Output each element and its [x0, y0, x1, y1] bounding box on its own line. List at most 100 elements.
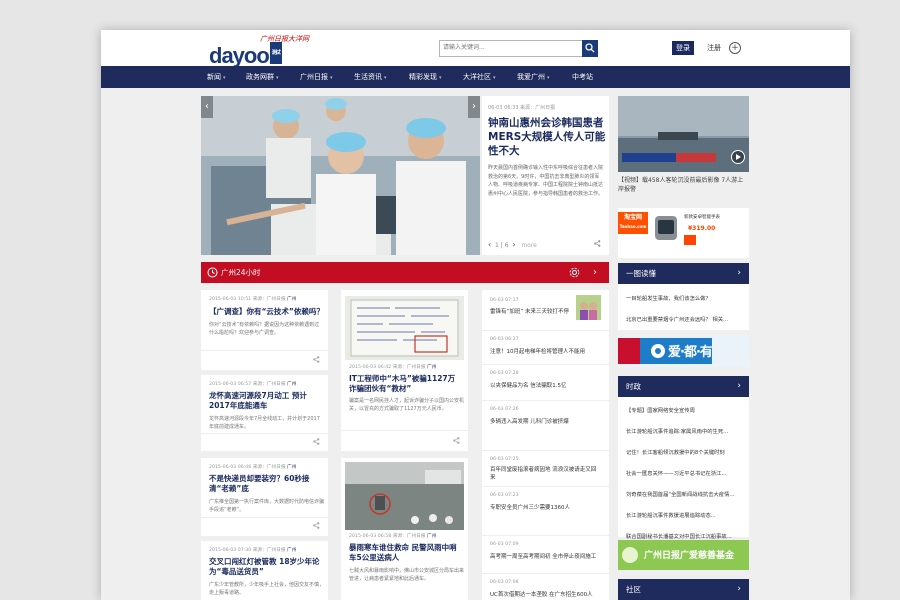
nav-item-news[interactable]: 新闻 ▾	[207, 66, 226, 88]
infographic-list: 一目轮船发生事故，我们该怎么做？ 北京已出重要禁烟令广州还会远吗？ 相关...	[618, 284, 749, 330]
charity-banner[interactable]: 广州日报广爱慈善基金	[618, 540, 749, 570]
list-item[interactable]: 一目轮船发生事故，我们该怎么做？	[626, 294, 711, 302]
card-title[interactable]: IT工程师中“木马”被骗1127万 诈骗团伙有“教材”	[349, 374, 464, 394]
list-item[interactable]: 刘奇葆在我国首届“全国新闻战线抗击大疫情...	[626, 490, 734, 498]
login-button[interactable]: 登录	[672, 41, 694, 55]
list-item[interactable]: 【专题】国家网络安全宣传周	[626, 406, 695, 414]
item-date: 06-03 07:26	[490, 407, 519, 412]
list-item[interactable]: 联合国副秘书长潘基文对中国长江沉船事故...	[626, 532, 732, 540]
feature-photo[interactable]	[201, 96, 480, 255]
search-input[interactable]	[440, 41, 573, 54]
watch-image	[655, 216, 677, 240]
caret-down-icon: ▾	[493, 75, 496, 81]
share-icon[interactable]	[453, 437, 460, 444]
love-banner[interactable]: 爱·都·有	[618, 335, 749, 367]
taobao-logo: 淘宝网 Taobao.com	[618, 212, 648, 234]
nav-item-community[interactable]: 大洋社区 ▾	[463, 66, 496, 88]
share-icon[interactable]	[313, 522, 320, 529]
item-date: 06-03 07:08	[490, 580, 519, 585]
share-icon[interactable]	[594, 240, 601, 247]
settings-icon[interactable]	[569, 267, 580, 278]
chevron-right-icon: ›	[737, 268, 741, 278]
register-link[interactable]: 注册	[707, 41, 721, 55]
pager-total: 6	[504, 242, 509, 249]
list-item[interactable]: 记住！长江客船倾沉救援中的8个关键时刻	[626, 448, 725, 456]
list-item[interactable]: 长江游轮船沉事件救援进展追踪动态...	[626, 511, 716, 519]
caret-down-icon: ▾	[384, 75, 387, 81]
card-title[interactable]: 龙怀高速河源段7月动工 预计2017年底能通车	[209, 391, 324, 411]
section-header-infographic[interactable]: 一图读懂 ›	[618, 263, 749, 284]
video-caption[interactable]: 【视频】载458人客轮沉没前最后影像 7人游上岸报警	[618, 176, 749, 194]
nav-item-discover[interactable]: 精彩发现 ▾	[409, 66, 442, 88]
card-title[interactable]: 【广调查】你有“云技术”依赖吗？	[209, 307, 324, 317]
card-divider	[341, 430, 468, 431]
gz24-more-arrow-icon[interactable]: ›	[593, 262, 597, 283]
chevron-right-icon: ›	[737, 584, 741, 594]
card-meta: 2015-06-03 06:58 来源：广州日报 广州	[349, 534, 437, 539]
whiteboard-photo	[345, 296, 464, 360]
item-text[interactable]: 雷锋有“加班” 未来三天较打不停	[490, 308, 572, 316]
play-icon[interactable]	[731, 150, 745, 164]
slide-pager: ‹ 1 | 6 › more	[488, 240, 537, 249]
share-icon[interactable]	[313, 356, 320, 363]
item-text[interactable]: 注意！10月起电梯年检将管理人不能用	[490, 347, 608, 355]
list-divider	[482, 450, 609, 451]
slide-next-button[interactable]: ›	[468, 96, 480, 118]
card-title[interactable]: 交叉口闯红灯被管教 18岁少年论为“毒品送货员”	[209, 557, 324, 577]
slide-prev-button[interactable]: ‹	[201, 96, 213, 118]
more-link[interactable]: more	[521, 242, 537, 249]
site-header: 广州日报大洋网 dayoo测试 登录 注册 +	[101, 30, 850, 67]
item-text[interactable]: 专职安全员广州三少需要1360人	[490, 503, 608, 511]
nav-item-love-gz[interactable]: 我爱广州 ▾	[517, 66, 550, 88]
item-date: 06-03 07:28	[490, 371, 519, 376]
feature-meta: 06-03 06:33 来源：广州日报	[488, 105, 556, 111]
site-logo[interactable]: 广州日报大洋网 dayoo 测试	[209, 34, 309, 67]
item-date: 06-03 07:09	[490, 542, 519, 547]
plus-circle-icon[interactable]: +	[729, 42, 741, 54]
list-item[interactable]: 长江游轮船沉事件追踪:家属风雨中的生死...	[626, 427, 728, 435]
nav-item-government[interactable]: 政务网群 ▾	[246, 66, 279, 88]
taobao-ad[interactable]: 淘宝网 Taobao.com 新款安卓智能手表 ¥319.00	[618, 208, 749, 258]
item-date: 06-03 07:25	[490, 457, 519, 462]
news-card[interactable]: 2015-06-03 10:51 来源：广州日报 广州 【广调查】你有“云技术”…	[201, 290, 328, 370]
caret-down-icon: ▾	[223, 75, 226, 81]
pager-prev-icon[interactable]: ‹	[488, 240, 491, 249]
list-item[interactable]: 北京已出重要禁烟令广州还会远吗？ 相关...	[626, 315, 728, 323]
photo-news-card[interactable]: 2015-06-03 06:58 来源：广州日报 广州 暴雨寒车谁住救命 民警风…	[341, 458, 468, 600]
news-card[interactable]: 2015-06-03 06:46 来源：广州日报 广州 不是快递员却要装穷？60…	[201, 458, 328, 536]
news-card[interactable]: 2015-06-03 06:57 来源：广州日报 广州 龙怀高速河源段7月动工 …	[201, 375, 328, 451]
section-header-community[interactable]: 社区 ›	[618, 579, 749, 600]
caret-down-icon: ▾	[330, 75, 333, 81]
share-icon[interactable]	[313, 438, 320, 445]
street-photo	[345, 462, 464, 530]
brief-news-list: 06-03 07:17 雷锋有“加班” 未来三天较打不停 06-03 06:37…	[482, 290, 609, 600]
video-thumbnail[interactable]	[618, 96, 749, 172]
item-text[interactable]: 以夹保健品为名 信法骗取1.5亿	[490, 381, 608, 389]
item-text[interactable]: 高考期一周至高考期间初 全市停止夜间施工	[490, 552, 608, 560]
list-divider	[482, 573, 609, 574]
card-title[interactable]: 不是快递员却要装穷？60秒接清“老赖”底	[209, 474, 324, 494]
card-meta: 2015-06-03 10:51 来源：广州日报 广州	[209, 297, 297, 302]
nav-item-life[interactable]: 生活资讯 ▾	[354, 66, 387, 88]
section-header-politics[interactable]: 时政 ›	[618, 376, 749, 397]
list-item[interactable]: 社会一匯息关怀——习近平总书记在浙江...	[626, 469, 726, 477]
caret-down-icon: ▾	[547, 75, 550, 81]
card-summary: 广东推全国第一执行案件库，大数据时代防电信诈骗手段追“老赖”。	[209, 499, 325, 513]
search-button[interactable]	[582, 40, 598, 57]
item-date: 06-03 07:23	[490, 493, 519, 498]
nav-item-exam[interactable]: 中考站	[572, 66, 593, 88]
card-summary: 龙怀高速河源段今年7月全线动工，并计划于2017年底前建成通车。	[209, 416, 320, 430]
chevron-right-icon: ›	[737, 381, 741, 391]
nav-item-gzdaily[interactable]: 广州日报 ▾	[300, 66, 333, 88]
item-text[interactable]: UC首次借期达一本垄胶 在广东招生600人	[490, 590, 608, 598]
item-text[interactable]: 多辆违入高发期 儿科门诊被挤爆	[490, 417, 608, 425]
card-meta: 2015-06-03 06:46 来源：广州日报 广州	[209, 465, 297, 470]
card-summary: 骗案是一名网民挂人才，起诉诈骗分子以国内公安机关，以冒充的方式骗取了1127万元…	[349, 398, 465, 412]
item-text[interactable]: 百年同堂废指滚者病因地 流浪汉被请走又回来	[490, 466, 600, 482]
news-card[interactable]: 2015-06-03 07:30 来源：广州日报 广州 交叉口闯红灯被管教 18…	[201, 541, 328, 600]
card-title[interactable]: 暴雨寒车谁住救命 民警风雨中哨车5公里送病人	[349, 543, 464, 563]
photo-news-card[interactable]: 2015-06-03 06:42 来源：广州日报 广州 IT工程师中“木马”被骗…	[341, 290, 468, 451]
feature-headline[interactable]: 钟南山惠州会诊韩国患者 MERS大规模人传人可能性不大	[488, 116, 606, 158]
pager-next-icon[interactable]: ›	[512, 240, 515, 249]
list-divider	[482, 364, 609, 365]
